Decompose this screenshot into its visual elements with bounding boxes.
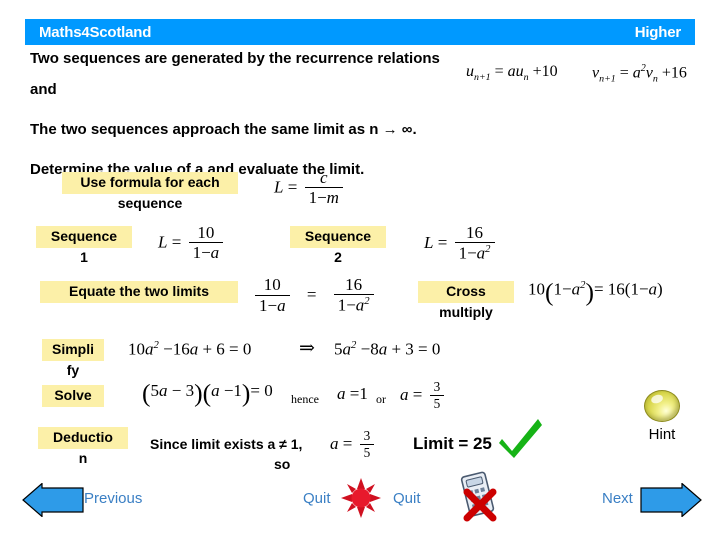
sequence-1-limit-formula: L = 10 1−a xyxy=(158,224,226,263)
brand-title: Maths4Scotland xyxy=(39,23,152,41)
solve-factorised-formula: (5a − 3)(a −1)= 0 xyxy=(142,378,273,408)
callout-use-formula: Use formula for each sequence xyxy=(62,172,238,213)
callout-cross-multiply-label-top: Cross xyxy=(418,281,514,303)
solve-root-2: a = 35 xyxy=(400,380,447,411)
callout-solve-label: Solve xyxy=(42,385,104,407)
calculator-crossed-icon xyxy=(460,471,497,522)
callout-sequence-1-label-top: Sequence xyxy=(36,226,132,248)
recurrence-relation-1-formula: un+1 = aun +10 xyxy=(466,63,558,84)
callout-simplify: Simpli fy xyxy=(42,339,104,380)
callout-use-formula-label-top: Use formula for each xyxy=(62,172,238,194)
question-line-2: and xyxy=(30,81,57,98)
implies-arrow-icon: ⇒ xyxy=(299,338,315,359)
quit-link-right[interactable]: Quit xyxy=(393,490,421,507)
solve-hence-word: hence xyxy=(291,392,319,406)
slide-canvas: Maths4Scotland Higher Two sequences are … xyxy=(0,0,720,540)
question-line-3: The two sequences approach the same limi… xyxy=(30,121,417,138)
equate-limits-formula: 10 1−a = 16 1−a2 xyxy=(252,276,377,315)
deduction-text-line-2: so xyxy=(274,456,291,472)
callout-use-formula-label-bottom: sequence xyxy=(117,195,183,211)
callout-deduction-label-bottom: n xyxy=(78,450,88,466)
callout-sequence-2-label-bottom: 2 xyxy=(334,249,342,265)
quit-starburst-icon[interactable] xyxy=(341,478,381,518)
hint-button[interactable]: Hint xyxy=(622,390,702,443)
callout-sequence-1: Sequence 1 xyxy=(36,226,132,267)
hint-label: Hint xyxy=(648,426,676,443)
callout-deduction-label-top: Deductio xyxy=(38,427,128,449)
next-link[interactable]: Next xyxy=(602,490,633,507)
header-bar: Maths4Scotland Higher xyxy=(25,19,695,45)
callout-deduction: Deductio n xyxy=(38,427,128,468)
callout-sequence-2-label-top: Sequence xyxy=(290,226,386,248)
previous-link[interactable]: Previous xyxy=(84,490,142,507)
simplify-formula-left: 10a2 −16a + 6 = 0 xyxy=(128,339,252,359)
recurrence-relation-2-formula: vn+1 = a2vn +16 xyxy=(592,63,687,85)
deduction-text-line-1: Since limit exists a ≠ 1, xyxy=(150,436,303,452)
sequence-2-limit-formula: L = 16 1−a2 xyxy=(424,224,498,263)
callout-simplify-label-top: Simpli xyxy=(42,339,104,361)
callout-cross-multiply: Cross multiply xyxy=(418,281,514,322)
previous-arrow-icon[interactable] xyxy=(22,483,84,517)
callout-solve: Solve xyxy=(42,385,104,407)
general-limit-formula: L = c 1−m xyxy=(274,169,346,208)
question-line-1: Two sequences are generated by the recur… xyxy=(30,50,440,67)
callout-equate-limits: Equate the two limits xyxy=(40,281,238,303)
callout-simplify-label-bottom: fy xyxy=(66,362,80,378)
simplify-formula-right: 5a2 −8a + 3 = 0 xyxy=(334,339,441,359)
cross-multiply-formula: 10(1−a2)= 16(1−a) xyxy=(528,277,663,307)
callout-equate-limits-label: Equate the two limits xyxy=(40,281,238,303)
level-title: Higher xyxy=(634,23,682,41)
quit-link-left[interactable]: Quit xyxy=(303,490,331,507)
callout-cross-multiply-label-bottom: multiply xyxy=(439,304,493,320)
next-arrow-icon[interactable] xyxy=(640,483,702,517)
callout-sequence-2: Sequence 2 xyxy=(290,226,386,267)
solve-root-1: a =1 xyxy=(337,384,368,403)
final-answer-text: Limit = 25 xyxy=(413,434,492,453)
green-check-icon xyxy=(499,419,542,458)
lightbulb-icon[interactable] xyxy=(644,390,680,422)
deduction-value-formula: a = 35 xyxy=(330,429,377,460)
callout-sequence-1-label-bottom: 1 xyxy=(80,249,88,265)
solve-or-word: or xyxy=(376,392,386,406)
